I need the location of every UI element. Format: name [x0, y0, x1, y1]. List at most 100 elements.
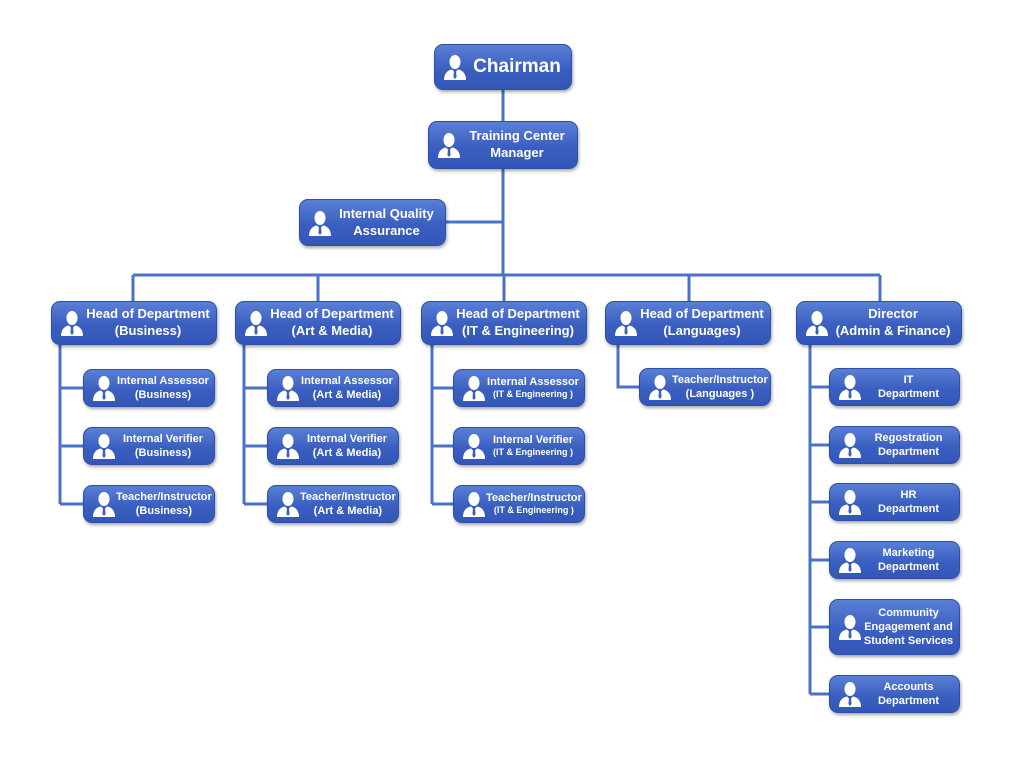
node-label: Marketing Department	[862, 546, 959, 575]
label-line: Director	[868, 306, 918, 322]
label-line: Department	[877, 388, 940, 400]
label-line: Department	[877, 503, 940, 515]
label-line: Internal Quality	[339, 205, 434, 221]
node-label: Internal Assessor (Art & Media)	[300, 374, 398, 403]
person-icon	[93, 492, 115, 517]
label-line: Accounts	[883, 680, 934, 693]
person-icon	[463, 434, 485, 459]
label-line: (Art & Media)	[312, 389, 382, 401]
child-node-admin[interactable]: Regostration Department	[829, 426, 960, 464]
label-line: Internal Verifier	[492, 434, 574, 446]
label-line: Chairman	[473, 55, 561, 77]
node-label: IT Department	[862, 373, 959, 402]
node-label: Teacher/Instructor (Business)	[116, 490, 216, 519]
node-label: Head of Department (Business)	[84, 306, 216, 340]
chairman-node[interactable]: Chairman	[434, 44, 572, 90]
child-node-business[interactable]: Internal Verifier (Business)	[83, 427, 215, 465]
node-label: HR Department	[862, 488, 959, 517]
node-label: Teacher/Instructor (IT & Engineering )	[486, 491, 586, 517]
node-label: Internal Verifier (Art & Media)	[300, 432, 398, 461]
person-icon	[463, 376, 485, 401]
label-line: Engagement and	[864, 620, 953, 633]
person-icon	[839, 615, 861, 640]
person-icon	[245, 311, 267, 336]
label-line: (Languages)	[663, 323, 741, 338]
label-line: Head of Department	[640, 306, 764, 322]
head-node[interactable]: Director (Admin & Finance)	[796, 301, 962, 345]
child-node-business[interactable]: Internal Assessor (Business)	[83, 369, 215, 407]
label-line: Department	[877, 446, 940, 458]
label-line: (Business)	[135, 505, 193, 517]
child-node-it[interactable]: Internal Assessor (IT & Engineering )	[453, 369, 585, 407]
person-icon	[839, 548, 861, 573]
node-label: Internal Quality Assurance	[332, 206, 445, 240]
label-line: (IT & Engineering )	[493, 447, 573, 458]
internal-quality-assurance-node[interactable]: Internal Quality Assurance	[299, 199, 446, 246]
label-line: (Business)	[134, 447, 192, 459]
label-line: Assurance	[353, 222, 420, 238]
label-line: Internal Verifier	[122, 432, 204, 445]
child-node-admin[interactable]: Marketing Department	[829, 541, 960, 579]
node-label: Internal Verifier (Business)	[116, 432, 214, 461]
child-node-it[interactable]: Internal Verifier (IT & Engineering )	[453, 427, 585, 465]
person-icon	[839, 433, 861, 458]
person-icon	[93, 434, 115, 459]
label-line: Teacher/Instructor	[672, 373, 768, 386]
person-icon	[309, 210, 331, 236]
label-line: Regostration	[874, 431, 943, 444]
label-line: (Business)	[114, 323, 182, 338]
org-chart: Chairman Training Center Manager Internal Q…	[0, 0, 1024, 766]
label-line: Head of Department	[270, 306, 394, 322]
label-line: (Art & Media)	[312, 447, 382, 459]
node-label: Teacher/Instructor (Art & Media)	[300, 490, 400, 519]
node-label: Training Center Manager	[461, 128, 577, 162]
label-line: Teacher/Instructor	[486, 492, 582, 504]
node-label: Community Engagement and Student Services	[862, 606, 959, 649]
label-line: Internal Assessor	[301, 374, 393, 387]
child-node-admin[interactable]: HR Department	[829, 483, 960, 521]
person-icon	[277, 434, 299, 459]
node-label: Teacher/Instructor (Languages )	[672, 373, 772, 402]
label-line: HR	[900, 488, 917, 501]
child-node-art[interactable]: Internal Assessor (Art & Media)	[267, 369, 399, 407]
person-icon	[463, 492, 485, 517]
node-label: Accounts Department	[862, 680, 959, 709]
person-icon	[839, 682, 861, 707]
node-label: Head of Department (Art & Media)	[268, 306, 400, 340]
child-node-art[interactable]: Internal Verifier (Art & Media)	[267, 427, 399, 465]
child-node-admin[interactable]: Accounts Department	[829, 675, 960, 713]
person-icon	[438, 133, 460, 158]
head-node[interactable]: Head of Department (Art & Media)	[235, 301, 401, 345]
node-label: Head of Department (IT & Engineering)	[454, 306, 586, 340]
label-line: (IT & Engineering )	[493, 505, 574, 516]
child-node-business[interactable]: Teacher/Instructor (Business)	[83, 485, 215, 523]
label-line: Community	[878, 606, 939, 619]
label-line: Internal Verifier	[306, 432, 388, 445]
person-icon	[615, 311, 637, 336]
label-line: Marketing	[882, 546, 935, 559]
head-node[interactable]: Head of Department (Languages)	[605, 301, 771, 345]
label-line: Training Center	[469, 128, 565, 144]
head-node[interactable]: Head of Department (IT & Engineering)	[421, 301, 587, 345]
training-center-manager-node[interactable]: Training Center Manager	[428, 121, 578, 169]
node-label: Regostration Department	[862, 431, 959, 460]
node-label: Internal Assessor (IT & Engineering )	[486, 375, 584, 401]
label-line: (Business)	[134, 389, 192, 401]
child-node-it[interactable]: Teacher/Instructor (IT & Engineering )	[453, 485, 585, 523]
child-node-art[interactable]: Teacher/Instructor (Art & Media)	[267, 485, 399, 523]
person-icon	[839, 375, 861, 400]
label-line: Department	[877, 561, 940, 573]
node-label: Internal Verifier (IT & Engineering )	[486, 433, 584, 459]
person-icon	[839, 490, 861, 515]
node-label: Director (Admin & Finance)	[829, 306, 961, 340]
child-node-lang[interactable]: Teacher/Instructor (Languages )	[639, 368, 771, 406]
child-node-admin[interactable]: Community Engagement and Student Services	[829, 599, 960, 655]
label-line: (IT & Engineering)	[462, 323, 574, 338]
label-line: Head of Department	[86, 306, 210, 322]
person-icon	[277, 376, 299, 401]
child-node-admin[interactable]: IT Department	[829, 368, 960, 406]
label-line: Head of Department	[456, 306, 580, 322]
head-node[interactable]: Head of Department (Business)	[51, 301, 217, 345]
label-line: (Art & Media)	[291, 323, 373, 338]
person-icon	[444, 55, 466, 80]
